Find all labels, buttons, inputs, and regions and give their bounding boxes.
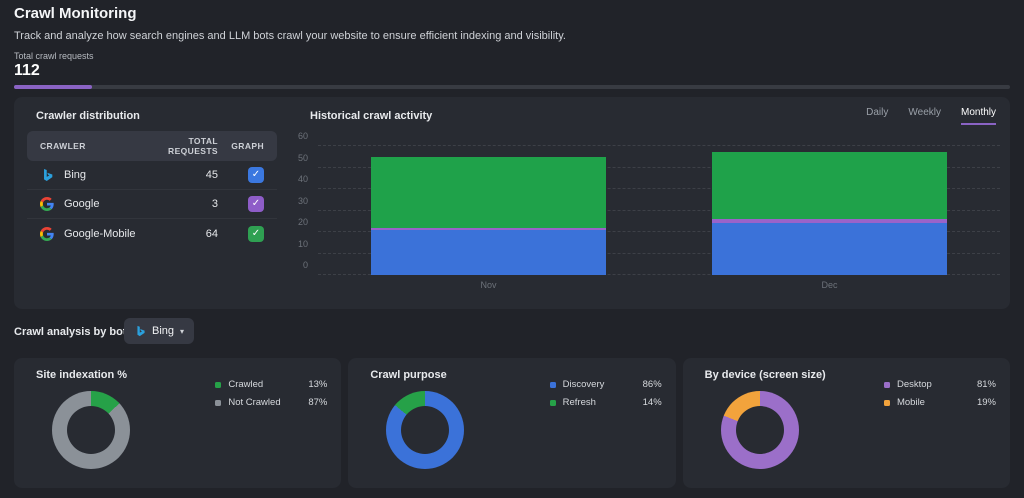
bars-area: NovDec — [318, 146, 1000, 275]
y-axis-tick: 30 — [298, 196, 308, 206]
by-device-card: By device (screen size) Desktop 81% Mobi… — [683, 358, 1010, 488]
y-axis-tick: 50 — [298, 153, 308, 163]
google-logo-icon — [40, 197, 54, 211]
historical-crawl-activity-title: Historical crawl activity — [310, 110, 432, 122]
history-range-tabs: Daily Weekly Monthly — [866, 107, 996, 125]
legend-marker — [215, 382, 221, 388]
x-axis-label: Dec — [659, 280, 1000, 290]
crawl-purpose-card: Crawl purpose Discovery 86% Refresh 14% — [348, 358, 675, 488]
crawler-name: Google-Mobile — [64, 228, 136, 240]
graph-checkbox-bing[interactable]: ✓ — [248, 167, 264, 183]
card-title: Site indexation % — [36, 369, 127, 381]
bar-segment-bing — [371, 230, 606, 275]
bar-slot-dec: Dec — [659, 146, 1000, 275]
legend-label: Mobile — [897, 397, 965, 408]
legend-marker — [884, 382, 890, 388]
legend-value: 86% — [638, 379, 662, 390]
bing-logo-icon — [134, 325, 146, 337]
legend-value: 14% — [638, 397, 662, 408]
legend-label: Desktop — [897, 379, 965, 390]
chart-legend: Desktop 81% Mobile 19% — [884, 379, 996, 408]
column-header-graph: GRAPH — [218, 141, 264, 151]
table-row-bing: Bing 45 ✓ — [27, 161, 277, 190]
bing-logo-icon — [40, 168, 54, 182]
table-row-google: Google 3 ✓ — [27, 190, 277, 219]
legend-item: Not Crawled 87% — [215, 397, 327, 408]
total-requests-progress-fill — [14, 85, 92, 89]
card-title: Crawl purpose — [370, 369, 446, 381]
legend-label: Refresh — [563, 397, 631, 408]
crawler-requests: 45 — [146, 169, 218, 181]
legend-value: 19% — [972, 397, 996, 408]
donut-hole — [736, 406, 784, 454]
by-device-donut-chart — [721, 391, 799, 469]
page-title: Crawl Monitoring — [14, 5, 1010, 22]
chevron-down-icon: ▾ — [180, 327, 184, 336]
bot-select-value: Bing — [152, 325, 174, 337]
bar-slot-nov: Nov — [318, 146, 659, 275]
analysis-cards-row: Site indexation % Crawled 13% Not Crawle… — [14, 358, 1010, 488]
bot-select-dropdown[interactable]: Bing ▾ — [124, 318, 194, 344]
bar-segment-google-mobile — [712, 152, 947, 219]
tab-weekly[interactable]: Weekly — [908, 107, 941, 125]
legend-value: 81% — [972, 379, 996, 390]
donut-hole — [67, 406, 115, 454]
tab-daily[interactable]: Daily — [866, 107, 888, 125]
x-axis-label: Nov — [318, 280, 659, 290]
crawl-analysis-label: Crawl analysis by bot: — [14, 326, 130, 338]
graph-checkbox-google[interactable]: ✓ — [248, 196, 264, 212]
legend-label: Not Crawled — [228, 397, 296, 408]
total-crawl-requests-label: Total crawl requests — [14, 51, 94, 61]
crawl-monitoring-page: Crawl Monitoring Track and analyze how s… — [0, 0, 1024, 498]
y-axis-tick: 40 — [298, 174, 308, 184]
page-subtitle: Track and analyze how search engines and… — [14, 30, 1010, 42]
legend-value: 13% — [303, 379, 327, 390]
legend-item: Refresh 14% — [550, 397, 662, 408]
google-logo-icon — [40, 227, 54, 241]
legend-marker — [884, 400, 890, 406]
table-row-google-mobile: Google-Mobile 64 ✓ — [27, 219, 277, 248]
legend-item: Discovery 86% — [550, 379, 662, 390]
crawler-distribution-table: CRAWLER TOTAL REQUESTS GRAPH Bing 45 ✓ — [27, 131, 277, 248]
legend-value: 87% — [303, 397, 327, 408]
bar-segment-google-mobile — [371, 157, 606, 228]
y-axis-tick: 0 — [303, 260, 308, 270]
crawler-requests: 64 — [146, 228, 218, 240]
legend-item: Crawled 13% — [215, 379, 327, 390]
crawler-requests: 3 — [146, 198, 218, 210]
legend-marker — [215, 400, 221, 406]
chart-legend: Discovery 86% Refresh 14% — [550, 379, 662, 408]
donut-hole — [401, 406, 449, 454]
crawler-name: Google — [64, 198, 99, 210]
site-indexation-donut-chart — [52, 391, 130, 469]
y-axis-tick: 10 — [298, 239, 308, 249]
column-header-total-requests: TOTAL REQUESTS — [146, 136, 218, 156]
legend-marker — [550, 382, 556, 388]
legend-item: Mobile 19% — [884, 397, 996, 408]
chart-legend: Crawled 13% Not Crawled 87% — [215, 379, 327, 408]
stacked-bar-nov — [371, 146, 606, 275]
column-header-crawler: CRAWLER — [40, 141, 146, 151]
legend-label: Discovery — [563, 379, 631, 390]
legend-label: Crawled — [228, 379, 296, 390]
total-crawl-requests-value: 112 — [14, 62, 40, 80]
bar-segment-bing — [712, 223, 947, 275]
legend-marker — [550, 400, 556, 406]
tab-monthly[interactable]: Monthly — [961, 107, 996, 125]
card-title: By device (screen size) — [705, 369, 826, 381]
crawler-name: Bing — [64, 169, 86, 181]
stacked-bar-dec — [712, 146, 947, 275]
crawler-distribution-title: Crawler distribution — [36, 110, 140, 122]
page-header: Crawl Monitoring Track and analyze how s… — [14, 5, 1010, 42]
graph-checkbox-google-mobile[interactable]: ✓ — [248, 226, 264, 242]
history-plot: 0102030405060NovDec — [318, 146, 1000, 275]
y-axis-tick: 60 — [298, 131, 308, 141]
total-requests-progress-track — [14, 85, 1010, 89]
legend-item: Desktop 81% — [884, 379, 996, 390]
y-axis-tick: 20 — [298, 217, 308, 227]
site-indexation-card: Site indexation % Crawled 13% Not Crawle… — [14, 358, 341, 488]
crawl-purpose-donut-chart — [386, 391, 464, 469]
table-header-row: CRAWLER TOTAL REQUESTS GRAPH — [27, 131, 277, 161]
crawl-overview-panel: Crawler distribution CRAWLER TOTAL REQUE… — [14, 97, 1010, 309]
